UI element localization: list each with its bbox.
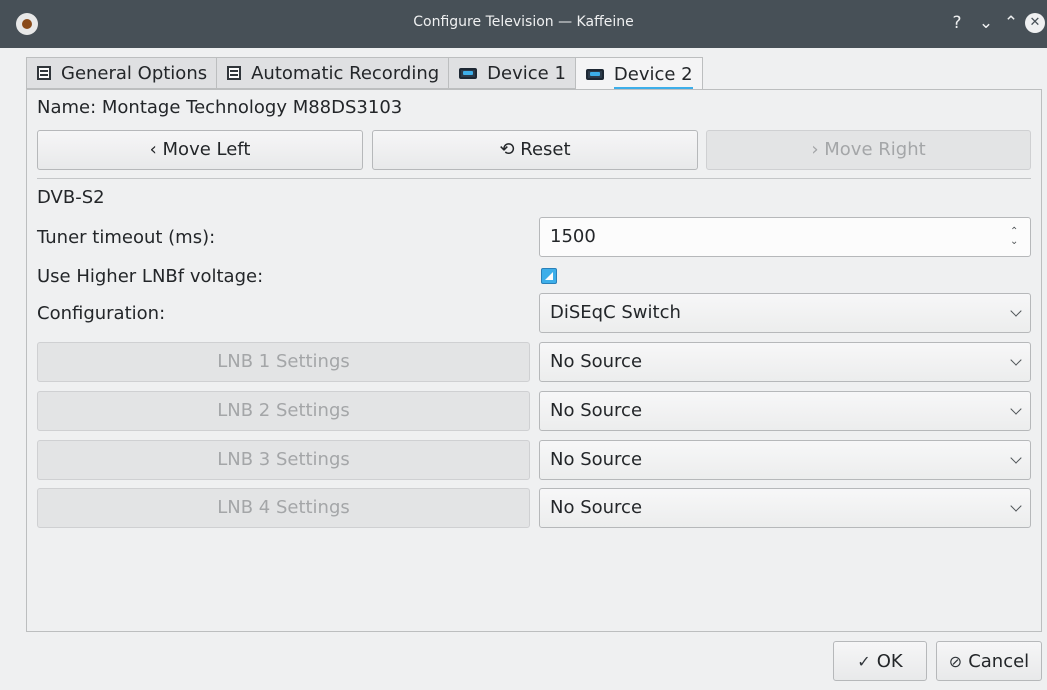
higher-lnbf-checkbox[interactable] [541, 268, 557, 284]
tv-icon [585, 69, 604, 80]
lnb-3-source-select[interactable]: No Source [539, 440, 1031, 480]
tab-label: Device 1 [487, 62, 566, 84]
lnb-source-value: No Source [550, 400, 643, 421]
checkmark-icon: ✓ [857, 651, 871, 671]
reset-button[interactable]: ⟲ Reset [372, 130, 698, 170]
tab-device-2[interactable]: Device 2 [574, 57, 703, 91]
lnb-4-source-select[interactable]: No Source [539, 488, 1031, 528]
configuration-label: Configuration: [37, 303, 166, 324]
title-bar: Configure Television — Kaffeine ? ⌄ ⌃ ✕ [0, 0, 1047, 48]
lnb-2-settings-button[interactable]: LNB 2 Settings [37, 391, 530, 431]
tab-automatic-recording[interactable]: Automatic Recording [216, 57, 449, 89]
cancel-button[interactable]: ⊘ Cancel [936, 641, 1042, 681]
tuner-timeout-label: Tuner timeout (ms): [37, 227, 216, 248]
chevron-down-icon [1010, 452, 1022, 464]
tab-label: Automatic Recording [251, 62, 440, 84]
window-title: Configure Television — Kaffeine [413, 14, 634, 30]
close-icon[interactable]: ✕ [1025, 13, 1045, 33]
maximize-icon[interactable]: ⌃ [1000, 12, 1022, 34]
tab-label: General Options [61, 62, 208, 84]
chevron-down-icon [1010, 500, 1022, 512]
move-right-button[interactable]: › Move Right [706, 130, 1031, 170]
lnb-1-settings-button[interactable]: LNB 1 Settings [37, 342, 530, 382]
chevron-down-icon [1010, 354, 1022, 366]
cancel-icon: ⊘ [948, 651, 963, 671]
document-icon [37, 66, 51, 80]
chevron-down-icon [1010, 305, 1022, 317]
tab-label: Device 2 [613, 64, 693, 89]
tuner-timeout-value: 1500 [550, 226, 596, 247]
move-left-button[interactable]: ‹ Move Left [37, 130, 363, 170]
lnb-source-value: No Source [550, 449, 643, 470]
help-icon[interactable]: ? [946, 12, 968, 34]
lnb-3-settings-button[interactable]: LNB 3 Settings [37, 440, 530, 480]
tab-device-1[interactable]: Device 1 [448, 57, 575, 89]
tab-bar: General Options Automatic Recording Devi… [26, 57, 703, 91]
section-title: DVB-S2 [37, 187, 105, 208]
device-name-label: Name: Montage Technology M88DS3103 [37, 97, 403, 118]
minimize-icon[interactable]: ⌄ [975, 12, 997, 34]
lnb-source-value: No Source [550, 351, 643, 372]
lnb-2-source-select[interactable]: No Source [539, 391, 1031, 431]
document-icon [227, 66, 242, 80]
tv-icon [459, 67, 478, 79]
chevron-down-icon [1010, 403, 1022, 415]
configuration-value: DiSEqC Switch [550, 302, 681, 323]
spin-arrows-icon[interactable]: ⌃ ⌄ [1010, 227, 1022, 247]
lnb-4-settings-button[interactable]: LNB 4 Settings [37, 488, 530, 528]
separator [37, 178, 1031, 179]
tab-general-options[interactable]: General Options [26, 57, 217, 89]
lnb-source-value: No Source [550, 497, 643, 518]
cancel-label: Cancel [968, 650, 1030, 672]
configuration-select[interactable]: DiSEqC Switch [539, 293, 1031, 333]
lnb-1-source-select[interactable]: No Source [539, 342, 1031, 382]
ok-button[interactable]: ✓ OK [833, 641, 927, 681]
ok-label: OK [876, 650, 903, 672]
higher-lnbf-label: Use Higher LNBf voltage: [37, 266, 264, 287]
tuner-timeout-spinbox[interactable]: 1500 ⌃ ⌄ [539, 217, 1031, 257]
